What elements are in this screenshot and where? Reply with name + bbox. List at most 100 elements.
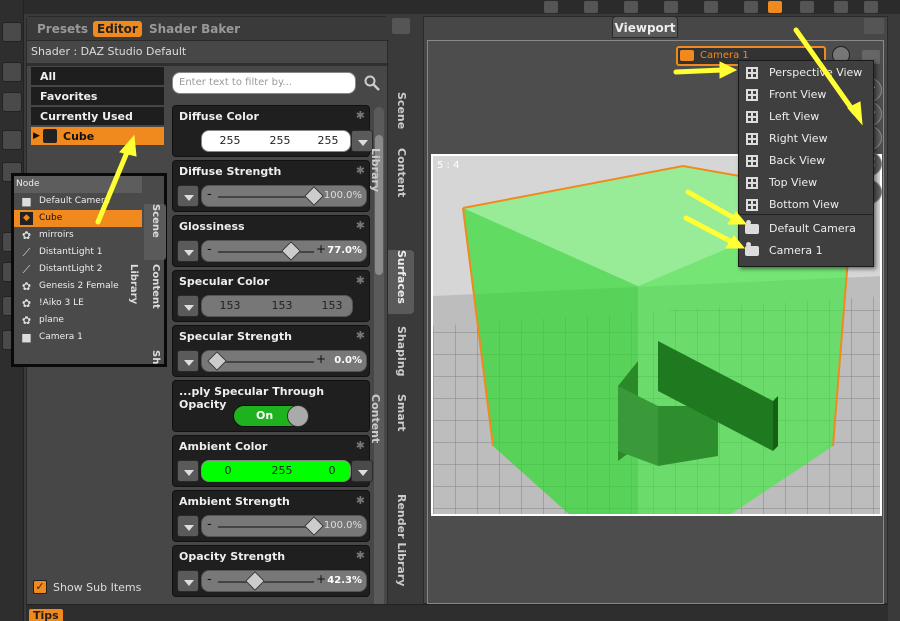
tab-viewport[interactable]: Viewport <box>612 16 678 38</box>
gear-icon[interactable]: ✱ <box>356 219 365 232</box>
toggle-knob[interactable] <box>287 405 309 427</box>
scene-node-selected[interactable]: ◆ Cube <box>14 210 142 227</box>
scene-node[interactable]: ✿ mirroirs <box>14 227 142 244</box>
category-all[interactable]: All <box>31 67 164 86</box>
dropdown-button[interactable] <box>177 570 199 592</box>
tab-render-library[interactable]: Render Library <box>388 494 414 590</box>
color-field[interactable]: 153 153 153 <box>201 295 353 317</box>
open-file-icon[interactable] <box>2 62 22 82</box>
menu-item-bottom-view[interactable]: Bottom View <box>739 194 873 216</box>
color-b[interactable]: 255 <box>304 134 352 147</box>
slider-thumb[interactable] <box>281 241 301 261</box>
panel-menu-icon[interactable] <box>864 18 884 34</box>
tool-icon[interactable] <box>544 1 558 13</box>
menu-item-front-view[interactable]: Front View <box>739 84 873 106</box>
plus-icon[interactable]: + <box>316 242 326 256</box>
filter-input[interactable]: Enter text to filter by... <box>172 72 356 94</box>
dropdown-button[interactable] <box>177 350 199 372</box>
tab-shaping[interactable]: Shaping <box>388 326 414 386</box>
tab-content-library[interactable]: Content Library <box>369 148 414 244</box>
tool-icon[interactable] <box>624 1 638 13</box>
menu-item-default-camera[interactable]: Default Camera <box>739 218 873 240</box>
gear-icon[interactable]: ✱ <box>356 274 365 287</box>
menu-item-camera-1[interactable]: Camera 1 <box>739 240 873 262</box>
checkbox-icon[interactable]: ✓ <box>33 580 47 594</box>
scene-node[interactable]: ⟋ DistantLight 1 <box>14 244 142 261</box>
gear-icon[interactable]: ✱ <box>356 494 365 507</box>
color-r[interactable]: 255 <box>206 134 254 147</box>
slider-thumb[interactable] <box>304 186 324 206</box>
plus-icon[interactable]: + <box>316 352 326 366</box>
panel-menu-icon[interactable] <box>392 18 410 34</box>
category-cube[interactable]: ▶ Cube <box>31 127 164 146</box>
new-file-icon[interactable] <box>2 22 22 42</box>
save-file-icon[interactable] <box>2 92 22 112</box>
dropdown-button[interactable] <box>351 460 373 482</box>
show-sub-items-checkbox[interactable]: ✓ Show Sub Items <box>33 580 141 594</box>
tool-icon[interactable] <box>704 1 718 13</box>
specular-strength-slider[interactable]: + 0.0% <box>201 350 367 372</box>
color-r[interactable]: 0 <box>204 464 252 477</box>
glossiness-slider[interactable]: - + 77.0% <box>201 240 367 262</box>
plus-icon[interactable]: + <box>316 572 326 586</box>
color-g[interactable]: 255 <box>256 134 304 147</box>
search-icon[interactable] <box>364 75 380 91</box>
slider-thumb[interactable] <box>207 351 227 371</box>
tips-tab[interactable]: Tips <box>29 609 63 621</box>
color-r[interactable]: 153 <box>206 299 254 312</box>
save-as-icon[interactable] <box>2 130 22 150</box>
tool-icon[interactable] <box>744 1 758 13</box>
menu-item-back-view[interactable]: Back View <box>739 150 873 172</box>
active-tool-icon[interactable] <box>768 1 782 13</box>
opacity-strength-slider[interactable]: - + 42.3% <box>201 570 367 592</box>
minus-icon[interactable]: - <box>207 572 212 587</box>
tab-shader-baker[interactable]: Shader Baker <box>145 21 244 37</box>
color-g[interactable]: 153 <box>258 299 306 312</box>
tab-scene-inset[interactable]: Scene <box>144 204 166 260</box>
minus-icon[interactable]: - <box>207 187 212 202</box>
tab-editor[interactable]: Editor <box>93 21 142 37</box>
color-g[interactable]: 255 <box>258 464 306 477</box>
tab-smart-content[interactable]: Smart Content <box>369 394 414 482</box>
gear-icon[interactable]: ✱ <box>356 109 365 122</box>
ambient-strength-slider[interactable]: - 100.0% <box>201 515 367 537</box>
gear-icon[interactable]: ✱ <box>356 329 365 342</box>
category-favorites[interactable]: Favorites <box>31 87 164 106</box>
scene-node-label: plane <box>39 315 64 325</box>
tab-content-library-inset[interactable]: Content Library <box>128 264 166 346</box>
on-off-toggle[interactable]: On <box>233 405 309 427</box>
color-field[interactable]: 255 255 255 <box>201 130 351 152</box>
dropdown-button[interactable] <box>177 460 199 482</box>
dropdown-button[interactable] <box>177 515 199 537</box>
menu-item-top-view[interactable]: Top View <box>739 172 873 194</box>
dropdown-button[interactable] <box>177 185 199 207</box>
menu-item-perspective-view[interactable]: Perspective View <box>739 62 873 84</box>
category-currently-used[interactable]: Currently Used <box>31 107 164 126</box>
color-b[interactable]: 0 <box>308 464 356 477</box>
dropdown-button[interactable] <box>177 240 199 262</box>
tool-icon[interactable] <box>664 1 678 13</box>
expand-arrow-icon[interactable]: ▶ <box>33 127 40 146</box>
scene-node[interactable]: ■ Camera 1 <box>14 329 142 346</box>
strength-slider[interactable]: - 100.0% <box>201 185 367 207</box>
slider-thumb[interactable] <box>304 516 324 536</box>
tab-surfaces[interactable]: Surfaces <box>388 250 414 314</box>
tab-presets[interactable]: Presets <box>33 21 92 37</box>
minus-icon[interactable]: - <box>207 242 212 257</box>
dropdown-button[interactable] <box>177 295 199 317</box>
color-b[interactable]: 153 <box>308 299 356 312</box>
minus-icon[interactable]: - <box>207 517 212 532</box>
scene-node[interactable]: ■ Default Camera <box>14 193 142 210</box>
tool-icon[interactable] <box>584 1 598 13</box>
color-field[interactable]: 0 255 0 <box>201 460 351 482</box>
menu-item-left-view[interactable]: Left View <box>739 106 873 128</box>
tool-icon[interactable] <box>864 1 878 13</box>
gear-icon[interactable]: ✱ <box>356 549 365 562</box>
slider-thumb[interactable] <box>245 571 265 591</box>
menu-item-right-view[interactable]: Right View <box>739 128 873 150</box>
tool-icon[interactable] <box>834 1 848 13</box>
tab-scene[interactable]: Scene <box>388 92 414 142</box>
tab-shaping-inset[interactable]: Sh <box>144 350 166 364</box>
scene-node[interactable]: ✿ plane <box>14 312 142 329</box>
tool-icon[interactable] <box>800 1 814 13</box>
